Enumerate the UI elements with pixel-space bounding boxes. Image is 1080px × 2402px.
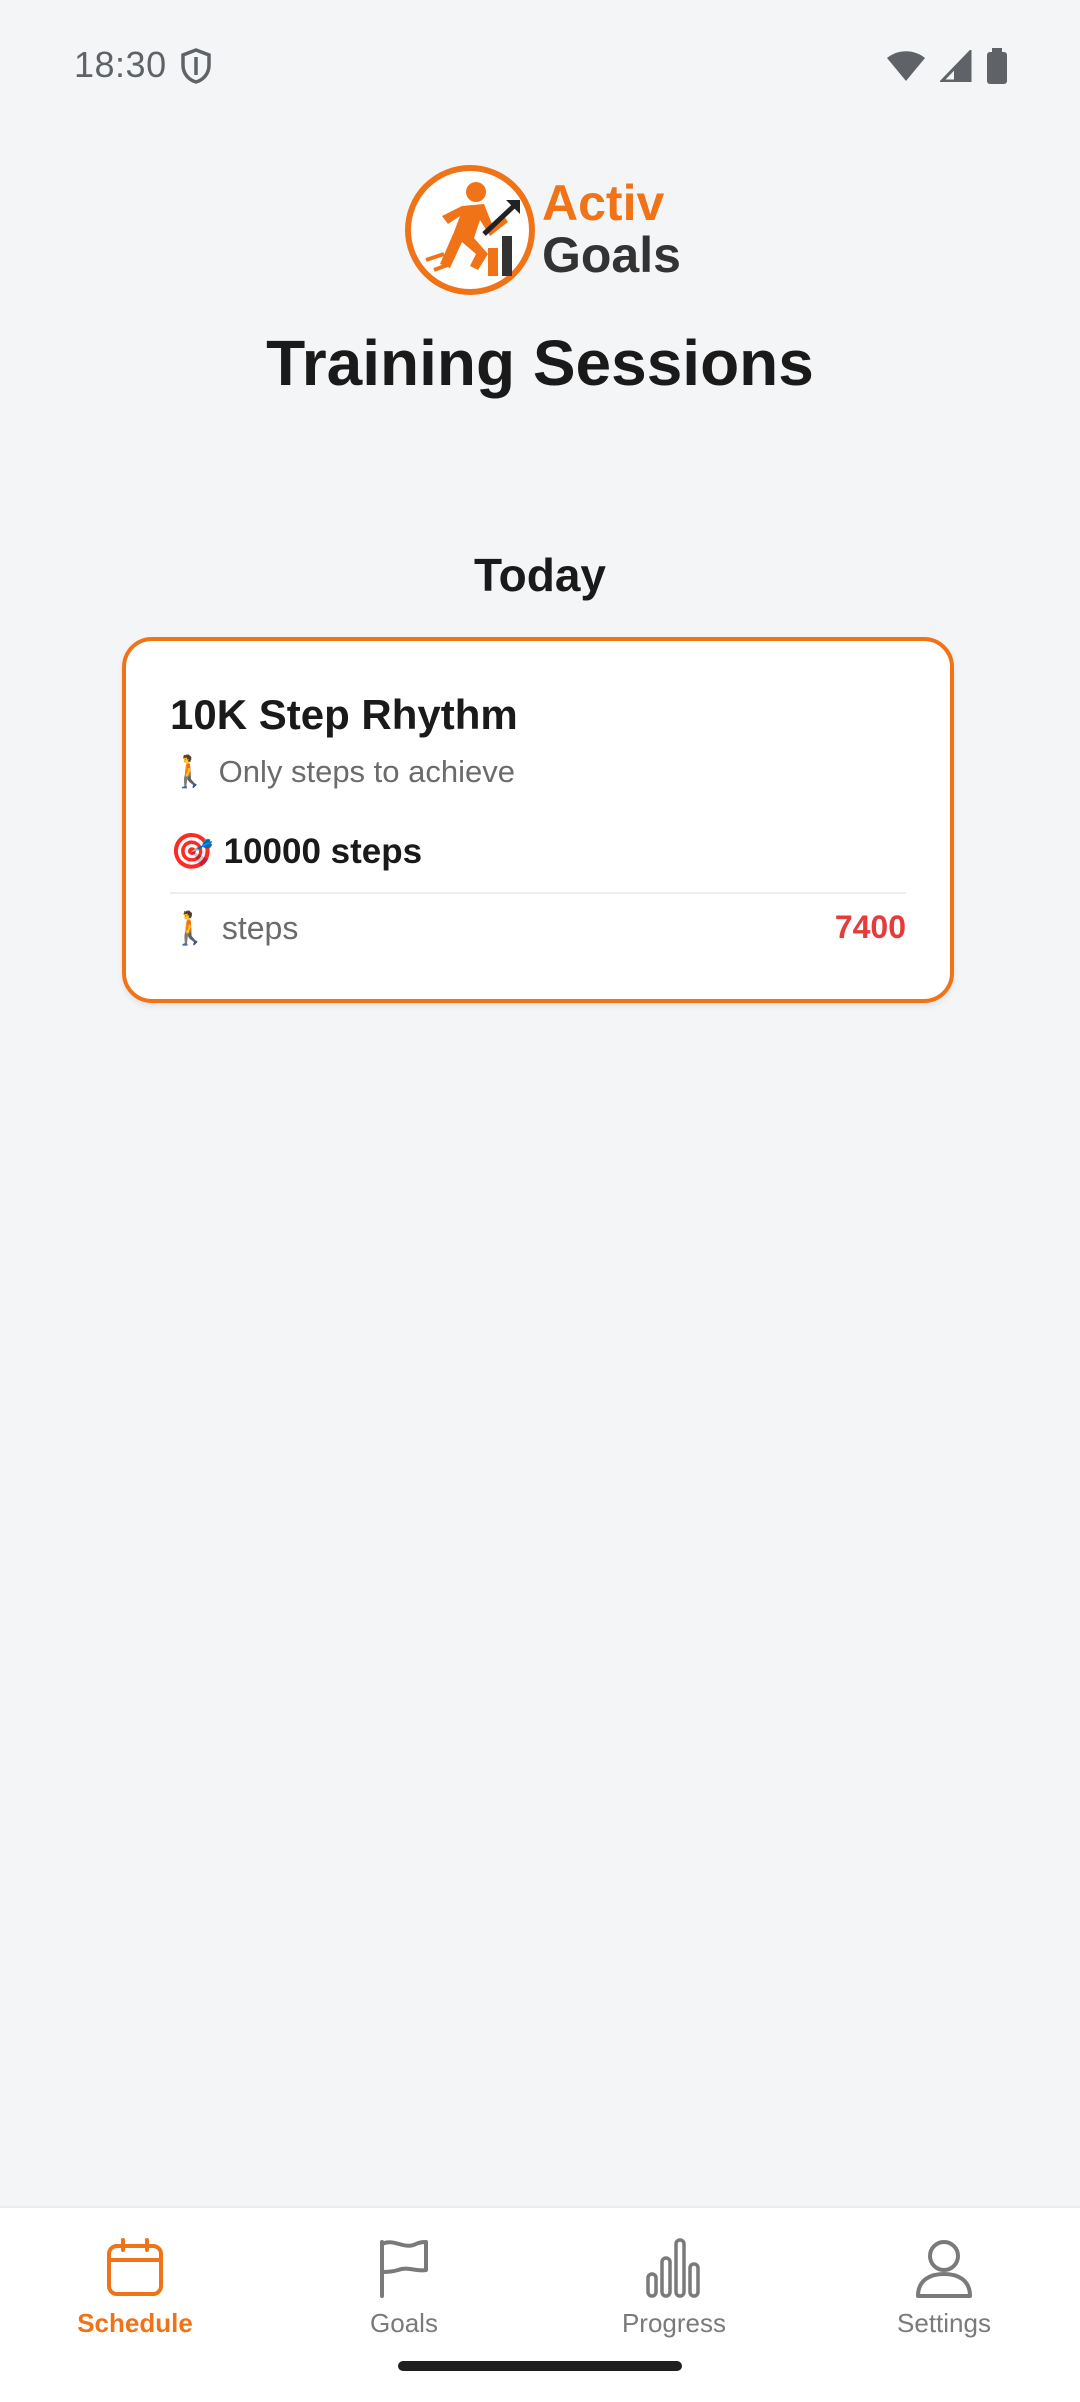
status-bar: 18:30 xyxy=(0,0,1080,130)
card-divider xyxy=(170,892,906,894)
status-time: 18:30 xyxy=(74,44,167,85)
logo-text-goals: Goals xyxy=(542,227,681,283)
person-icon xyxy=(916,2240,972,2298)
nav-item-settings[interactable]: Settings xyxy=(844,2226,1044,2346)
shield-icon xyxy=(181,48,211,84)
steps-metric-row: 🚶 steps xyxy=(170,909,298,947)
section-title-today: Today xyxy=(473,549,607,601)
nav-label-settings: Settings xyxy=(897,2308,991,2338)
runner-logo-icon xyxy=(405,165,535,295)
bottom-navigation: Schedule Goals Progress Settings xyxy=(0,2206,1080,2402)
nav-label-goals: Goals xyxy=(370,2308,438,2338)
signal-icon xyxy=(940,50,972,82)
session-card[interactable]: 10K Step Rhythm 🚶 Only steps to achieve … xyxy=(122,637,954,1003)
status-icons xyxy=(886,48,1008,84)
nav-item-goals[interactable]: Goals xyxy=(304,2226,504,2346)
battery-icon xyxy=(987,48,1007,84)
nav-label-schedule: Schedule xyxy=(77,2308,193,2338)
logo-text-activ: Activ xyxy=(542,175,665,231)
session-subtitle-text: Only steps to achieve xyxy=(218,753,515,789)
session-goal: 🎯 10000 steps xyxy=(170,831,422,872)
session-goal-text: 10000 steps xyxy=(223,831,423,871)
session-subtitle: 🚶 Only steps to achieve xyxy=(170,753,515,790)
steps-metric-label: steps xyxy=(221,909,299,946)
flag-icon xyxy=(380,2240,428,2298)
calendar-icon xyxy=(107,2238,163,2296)
page-title: Training Sessions xyxy=(266,327,814,399)
wifi-icon xyxy=(887,51,925,81)
session-title: 10K Step Rhythm xyxy=(170,691,518,738)
steps-metric-value: 7400 xyxy=(834,909,906,945)
walking-person-icon: 🚶 xyxy=(170,754,209,789)
bar-chart-icon xyxy=(646,2238,700,2298)
home-indicator[interactable] xyxy=(398,2361,682,2371)
nav-item-progress[interactable]: Progress xyxy=(574,2226,774,2346)
nav-label-progress: Progress xyxy=(621,2308,727,2338)
walking-person-icon: 🚶 xyxy=(170,910,210,946)
app-logo: Activ Goals xyxy=(400,160,690,300)
nav-item-schedule[interactable]: Schedule xyxy=(35,2226,235,2346)
target-icon: 🎯 xyxy=(170,832,214,871)
